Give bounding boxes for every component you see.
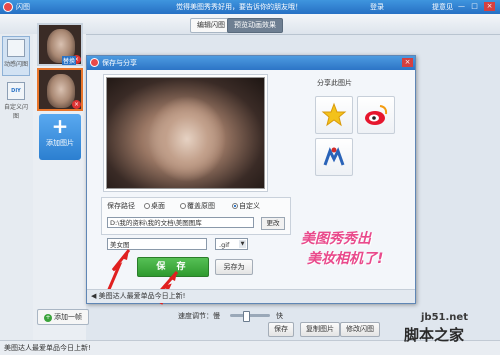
renren-icon[interactable] xyxy=(315,138,353,176)
watermark-name: 脚本之家 xyxy=(404,326,465,344)
frame-thumbnail[interactable]: × xyxy=(37,68,83,111)
delete-frame-icon[interactable]: × xyxy=(72,100,81,109)
left-rail: 动感闪图 DIY 自定义闪图 xyxy=(0,34,34,344)
radio-icon xyxy=(180,203,186,209)
radio-label: 自定义 xyxy=(239,202,260,210)
status-text[interactable]: 美图达人最爱单品今日上新! xyxy=(4,341,91,355)
promo-line2: 美妆相机了! xyxy=(307,251,384,267)
qzone-icon[interactable] xyxy=(315,96,353,134)
radio-desktop[interactable]: 桌面 xyxy=(144,201,165,211)
add-frame-button[interactable]: + 添加一帧 xyxy=(37,309,89,325)
add-image-label: 添加图片 xyxy=(46,139,74,147)
rail-item-dynamic[interactable]: 动感闪图 xyxy=(2,36,30,76)
add-image-button[interactable]: + 添加图片 xyxy=(39,114,81,160)
dialog-close-button[interactable]: × xyxy=(402,58,413,67)
copy-image-button[interactable]: 复制图片 xyxy=(300,322,340,337)
speed-fast-label: 快 xyxy=(276,312,283,320)
weibo-icon[interactable] xyxy=(357,96,395,134)
minimize-button[interactable]: — xyxy=(456,2,467,11)
save-path-group: 保存路径 桌面 覆盖原图 自定义 D:\我的资料\我的文档\美图图库 更改 xyxy=(101,197,291,235)
radio-icon xyxy=(144,203,150,209)
weibo-logo-icon xyxy=(365,105,388,125)
promo-line1: 美图秀秀出 xyxy=(301,231,371,247)
rail-item-custom[interactable]: DIY 自定义闪图 xyxy=(2,80,30,120)
save-path-input[interactable]: D:\我的资料\我的文档\美图图库 xyxy=(107,217,254,228)
format-value: .gif xyxy=(219,241,230,249)
save-share-dialog: 保存与分享 × 保存路径 桌面 覆盖原图 自定义 D:\我的资料\我的文档\美图… xyxy=(86,55,416,305)
tab-edit[interactable]: 编辑闪图 xyxy=(190,18,232,33)
speaker-icon: ◀ xyxy=(91,292,97,300)
portrait-image xyxy=(47,74,75,108)
dialog-status-bar: ◀ 美图达人最爱单品今日上新! xyxy=(87,289,415,303)
app-logo-icon xyxy=(3,2,13,12)
dialog-title: 保存与分享 xyxy=(102,59,137,67)
share-panel: 分享此图片 xyxy=(305,70,413,176)
banner-link[interactable]: 觉得美图秀秀好用，要告诉你的朋友哦！ xyxy=(176,2,302,12)
add-frame-label: 添加一帧 xyxy=(54,313,82,321)
save-as-button[interactable]: 另存为 xyxy=(215,259,253,275)
diy-icon-text: DIY xyxy=(11,88,21,94)
plus-circle-icon: + xyxy=(44,314,52,322)
plus-icon: + xyxy=(51,114,69,138)
speed-slider[interactable] xyxy=(230,311,270,322)
replace-label[interactable]: 替换 xyxy=(62,56,77,65)
frame-thumbnail[interactable]: × xyxy=(37,23,83,66)
format-select[interactable]: .gif ▼ xyxy=(215,238,248,250)
portrait-face xyxy=(137,84,237,184)
rail-item-label: 动感闪图 xyxy=(3,61,28,68)
edit-flash-button[interactable]: 修改闪图 xyxy=(340,322,380,337)
renren-logo-icon xyxy=(323,147,345,166)
dialog-logo-icon xyxy=(90,58,99,67)
watermark-url: jb51.net xyxy=(421,312,468,323)
radio-label: 桌面 xyxy=(151,202,165,210)
promo-banner[interactable]: 美图秀秀出 美妆相机了! xyxy=(301,222,409,274)
radio-overwrite[interactable]: 覆盖原图 xyxy=(180,201,215,211)
close-button[interactable]: × xyxy=(484,2,495,11)
diy-icon: DIY xyxy=(7,82,25,100)
share-title: 分享此图片 xyxy=(317,79,352,87)
dialog-titlebar: 保存与分享 × xyxy=(87,56,415,70)
app-title: 闪图 xyxy=(16,3,30,11)
bottom-save-button[interactable]: 保存 xyxy=(268,322,294,337)
login-link[interactable]: 登录 xyxy=(370,2,384,12)
app-titlebar: 闪图 觉得美图秀秀好用，要告诉你的朋友哦！ 登录 提意见 — □ × xyxy=(0,0,500,14)
tab-preview[interactable]: 预览动画效果 xyxy=(227,18,283,33)
sparkle-icon xyxy=(7,39,25,57)
radio-selected-icon xyxy=(232,203,238,209)
save-path-label: 保存路径 xyxy=(107,202,135,210)
speed-slider-handle[interactable] xyxy=(243,311,250,322)
radio-custom[interactable]: 自定义 xyxy=(232,201,260,211)
change-path-button[interactable]: 更改 xyxy=(261,217,285,230)
speed-label: 速度调节：慢 xyxy=(178,312,220,320)
rail-item-label: 自定义闪图 xyxy=(3,104,28,120)
star-icon xyxy=(321,102,347,127)
feedback-link[interactable]: 提意见 xyxy=(432,2,453,12)
chevron-down-icon: ▼ xyxy=(239,240,246,248)
radio-label: 覆盖原图 xyxy=(187,202,215,210)
maximize-button[interactable]: □ xyxy=(469,2,480,11)
dialog-status-text[interactable]: 美图达人最爱单品今日上新! xyxy=(99,292,186,300)
preview-image xyxy=(106,77,265,189)
